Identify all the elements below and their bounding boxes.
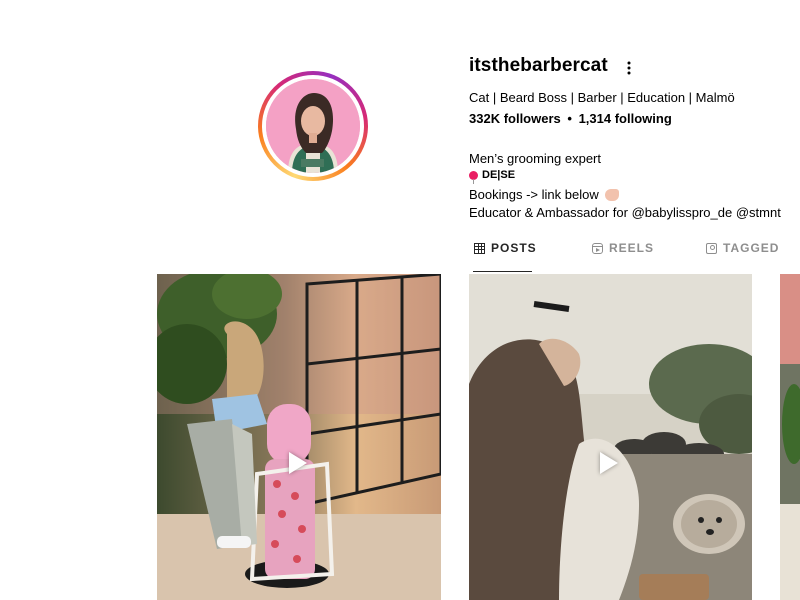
- post-image: [469, 274, 752, 600]
- bio-bookings-text: Bookings -> link below: [469, 187, 599, 202]
- more-options-icon: [627, 61, 631, 75]
- tab-tagged[interactable]: TAGGED: [706, 241, 779, 255]
- tab-reels[interactable]: REELS: [592, 241, 654, 255]
- grid-icon: [474, 242, 485, 254]
- tab-posts[interactable]: POSTS: [474, 241, 537, 255]
- story-ring[interactable]: [258, 71, 368, 181]
- profile-stats: 332K followers • 1,314 following: [469, 111, 672, 126]
- avatar-image: [266, 79, 360, 173]
- post-thumbnail[interactable]: [469, 274, 752, 600]
- more-options-button[interactable]: [621, 58, 637, 78]
- bio-line-location: DE|SE: [469, 169, 516, 184]
- tab-tagged-label: TAGGED: [723, 241, 780, 255]
- post-thumbnail[interactable]: [780, 274, 800, 600]
- active-tab-indicator: [473, 271, 532, 272]
- avatar[interactable]: [266, 79, 360, 173]
- bio-line-educator[interactable]: Educator & Ambassador for @babylisspro_d…: [469, 205, 781, 220]
- profile-username: itsthebarbercat: [469, 55, 608, 76]
- profile-category: Cat | Beard Boss | Barber | Education | …: [469, 90, 735, 105]
- bio-line-bookings: Bookings -> link below: [469, 187, 620, 202]
- followers-link[interactable]: 332K followers: [469, 111, 561, 126]
- following-link[interactable]: 1,314 following: [579, 111, 672, 126]
- avatar-gap: [262, 75, 364, 177]
- pin-icon: [469, 170, 478, 184]
- post-image: [157, 274, 441, 600]
- stats-separator: •: [567, 111, 572, 126]
- bio-location-text: DE|SE: [482, 169, 516, 181]
- post-thumbnail[interactable]: [157, 274, 441, 600]
- tagged-icon: [706, 242, 717, 254]
- bio-line-expertise: Men’s grooming expert: [469, 151, 601, 166]
- play-icon: [289, 452, 307, 474]
- tab-reels-label: REELS: [609, 241, 655, 255]
- pointing-down-hand-icon: [605, 189, 620, 201]
- play-icon: [600, 452, 618, 474]
- reels-icon: [592, 242, 603, 254]
- tab-posts-label: POSTS: [491, 241, 537, 255]
- post-image: [780, 274, 800, 600]
